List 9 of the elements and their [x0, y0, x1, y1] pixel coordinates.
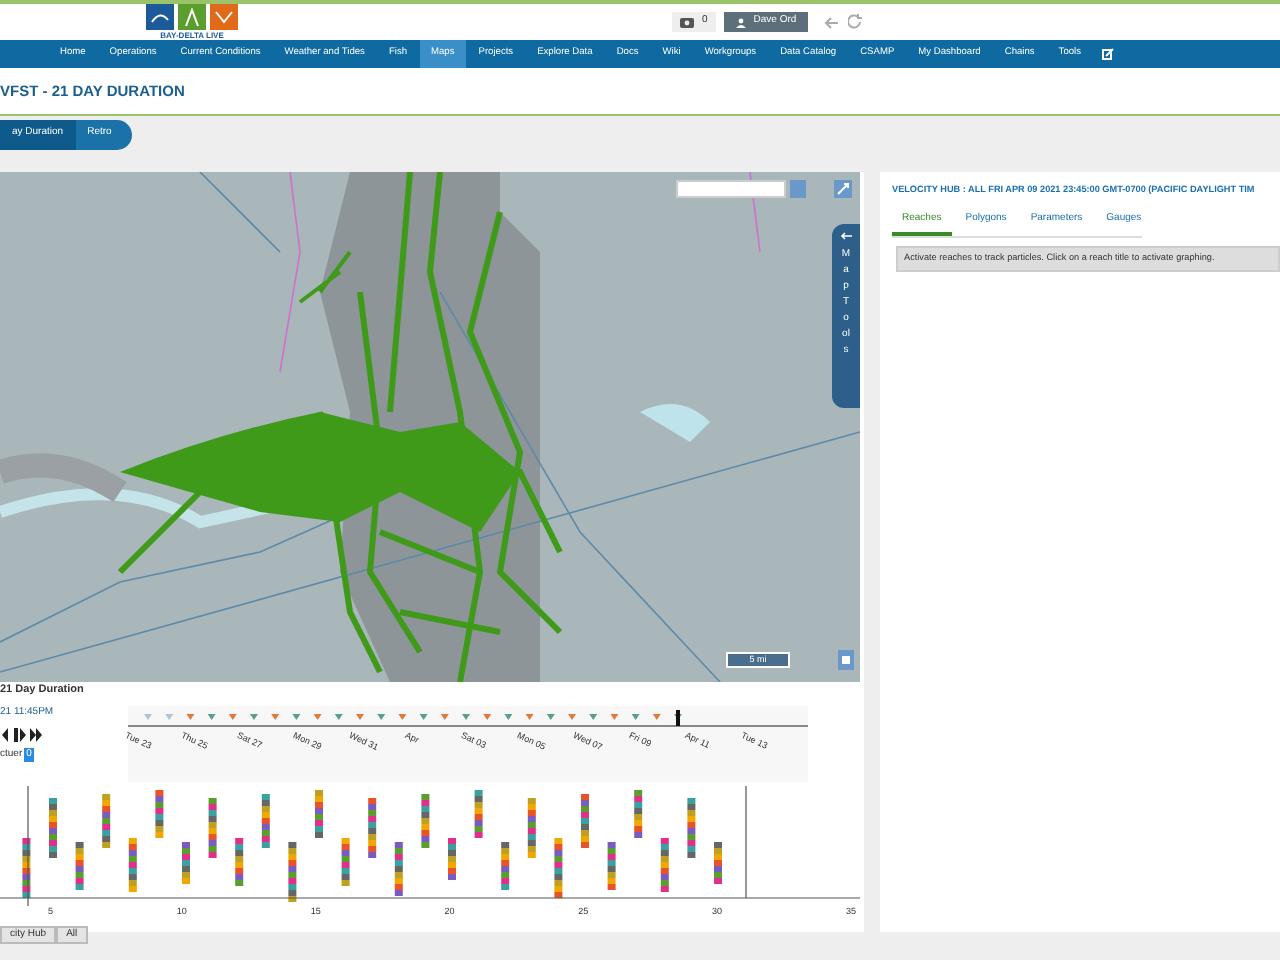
back-arrow-icon[interactable]	[824, 15, 841, 29]
playback-controls-icon[interactable]	[0, 727, 44, 742]
user-icon	[735, 17, 746, 27]
camera-icon	[680, 16, 694, 28]
redo-icon[interactable]	[848, 14, 865, 30]
search-field[interactable]	[676, 180, 786, 198]
edit-icon[interactable]	[1101, 48, 1113, 60]
fullscreen-icon[interactable]	[834, 180, 852, 198]
arrow-left-icon	[840, 232, 852, 240]
